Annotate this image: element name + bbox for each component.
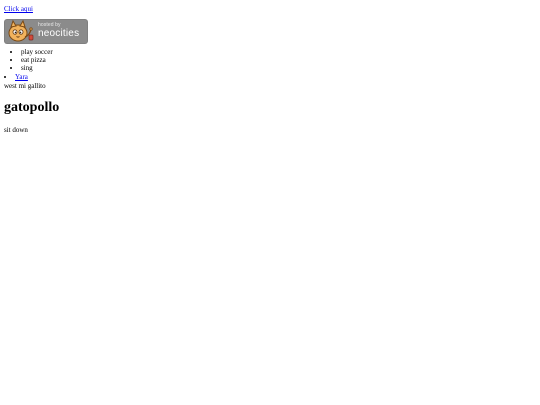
- page-title: gatopollo: [4, 100, 60, 116]
- page-content: Click aqui hosted by neocities play socc…: [4, 5, 524, 134]
- subtitle-text: west mi gallito: [4, 82, 46, 91]
- badge-main-text: neocities: [38, 28, 80, 40]
- click-here-link[interactable]: Click aqui: [4, 5, 33, 13]
- activity-list: play soccer eat pizza sing: [4, 48, 524, 72]
- cat-icon: [8, 19, 34, 42]
- footer-text: sit down: [4, 126, 28, 135]
- list-item: sing: [21, 64, 524, 72]
- neocities-badge[interactable]: hosted by neocities: [4, 19, 88, 45]
- nav-list: Yara: [4, 73, 524, 81]
- yara-link[interactable]: Yara: [15, 73, 28, 81]
- list-item: play soccer: [21, 48, 524, 56]
- list-item: eat pizza: [21, 56, 524, 64]
- nav-item-yara: Yara: [15, 73, 524, 81]
